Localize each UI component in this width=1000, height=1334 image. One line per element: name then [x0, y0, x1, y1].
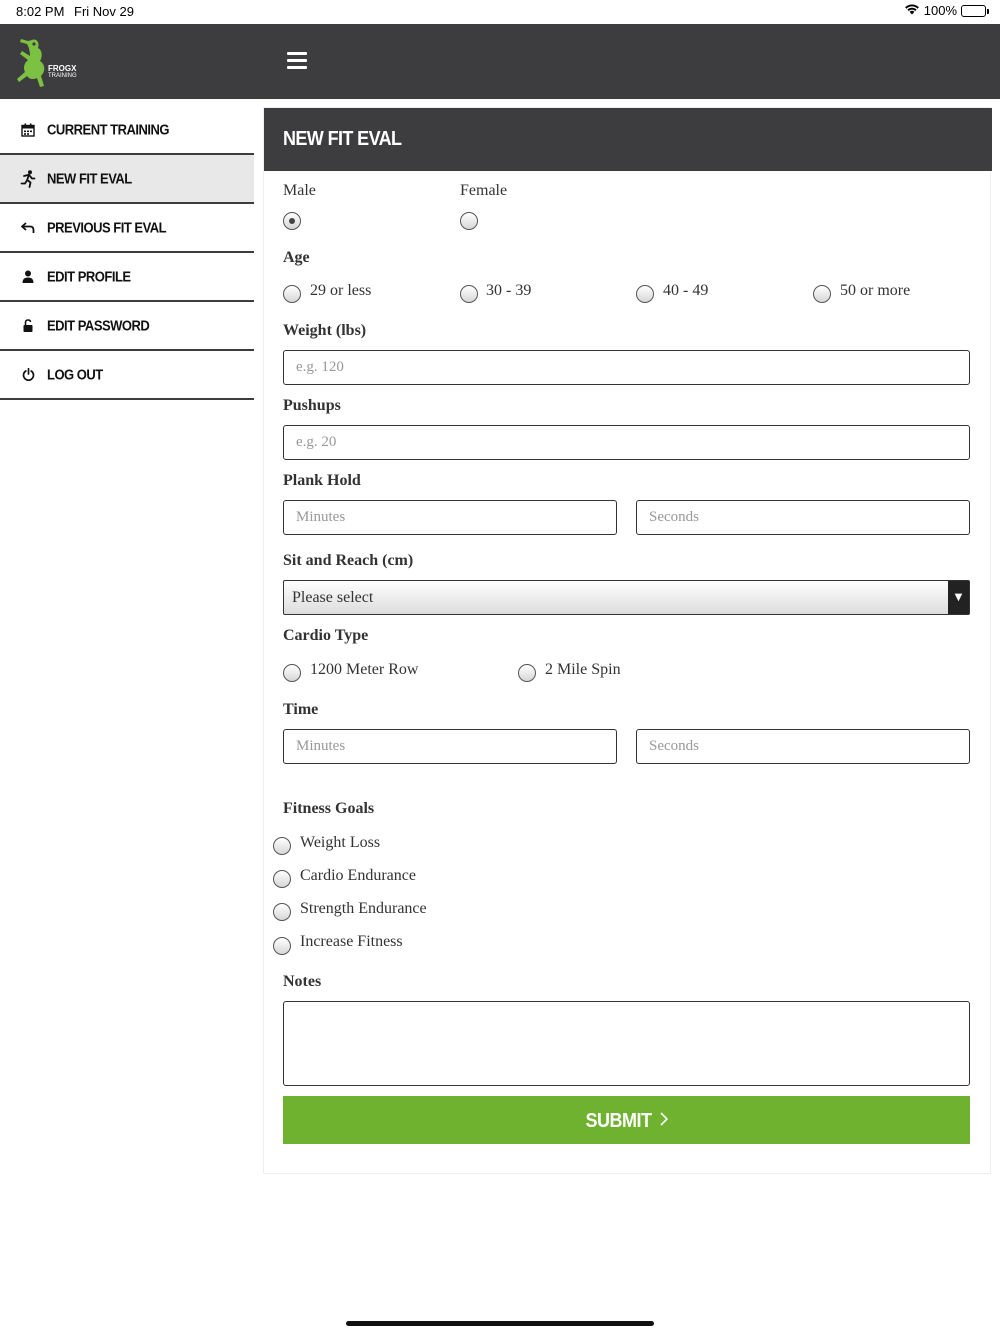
cardio-radio-spin[interactable]	[518, 664, 536, 682]
cardio-option-label: 2 Mile Spin	[545, 661, 621, 678]
plank-hold-label: Plank Hold	[283, 472, 361, 489]
age-option-label: 40 - 49	[663, 282, 709, 299]
age-option-label: 29 or less	[310, 282, 372, 299]
sidebar-item-new-fit-eval[interactable]: NEW FIT EVAL	[0, 155, 254, 204]
pushups-input[interactable]	[283, 425, 970, 460]
time-seconds-input[interactable]	[636, 729, 970, 764]
gender-male-radio[interactable]	[283, 212, 301, 230]
sidebar-item-edit-password[interactable]: EDIT PASSWORD	[0, 302, 254, 351]
sidebar-item-label: LOG OUT	[47, 365, 103, 384]
logo-subtext: TRAINING	[48, 73, 77, 79]
sidebar-item-label: PREVIOUS FIT EVAL	[47, 218, 167, 237]
sit-reach-select[interactable]: Please select ▼	[283, 580, 970, 615]
age-option-label: 50 or more	[840, 282, 911, 299]
status-bar: 8:02 PM Fri Nov 29 100%	[0, 0, 1000, 24]
power-icon	[19, 366, 37, 384]
cardio-radio-row[interactable]	[283, 664, 301, 682]
sidebar-item-log-out[interactable]: LOG OUT	[0, 351, 254, 400]
frog-logo-icon	[17, 39, 45, 87]
goal-option-label: Increase Fitness	[300, 933, 403, 950]
goal-radio-strength-endurance[interactable]	[273, 903, 291, 921]
calendar-icon	[19, 121, 37, 139]
lock-icon	[19, 317, 37, 335]
cardio-type-label: Cardio Type	[283, 627, 369, 644]
sidebar-nav: CURRENT TRAINING NEW FIT EVAL PREVIOUS F…	[0, 106, 254, 400]
age-radio-40-49[interactable]	[636, 285, 654, 303]
sidebar-item-label: EDIT PASSWORD	[47, 316, 150, 335]
pushups-label: Pushups	[283, 397, 341, 414]
sit-reach-label: Sit and Reach (cm)	[283, 552, 414, 569]
weight-label: Weight (lbs)	[283, 322, 367, 339]
chevron-right-icon	[659, 1110, 668, 1131]
sidebar-item-label: NEW FIT EVAL	[47, 169, 132, 188]
age-radio-29-or-less[interactable]	[283, 285, 301, 303]
sidebar-item-label: EDIT PROFILE	[47, 267, 131, 286]
weight-input[interactable]	[283, 350, 970, 385]
user-icon	[19, 268, 37, 286]
age-option-label: 30 - 39	[486, 282, 532, 299]
plank-seconds-input[interactable]	[636, 500, 970, 535]
notes-label: Notes	[283, 973, 322, 990]
sidebar-item-previous-fit-eval[interactable]: PREVIOUS FIT EVAL	[0, 204, 254, 253]
submit-label: SUBMIT	[585, 1107, 653, 1131]
status-right: 100%	[904, 3, 989, 18]
notes-textarea[interactable]	[283, 1001, 970, 1086]
battery-percent: 100%	[923, 3, 957, 18]
sidebar-item-edit-profile[interactable]: EDIT PROFILE	[0, 253, 254, 302]
panel-header: NEW FIT EVAL	[264, 108, 992, 171]
plank-minutes-input[interactable]	[283, 500, 617, 535]
running-icon	[19, 169, 37, 188]
time-minutes-input[interactable]	[283, 729, 617, 764]
goal-option-label: Strength Endurance	[300, 900, 427, 917]
status-time: 8:02 PM	[16, 4, 65, 19]
gender-female-radio[interactable]	[460, 212, 478, 230]
goal-option-label: Weight Loss	[300, 834, 381, 851]
gender-male-label: Male	[283, 182, 316, 199]
goal-radio-increase-fitness[interactable]	[273, 937, 291, 955]
page-title: NEW FIT EVAL	[283, 126, 402, 150]
age-radio-30-39[interactable]	[460, 285, 478, 303]
frogx-logo[interactable]: FROGX TRAINING	[10, 34, 77, 92]
goal-radio-cardio-endurance[interactable]	[273, 870, 291, 888]
back-arrow-icon	[19, 219, 37, 237]
cardio-option-label: 1200 Meter Row	[310, 661, 419, 678]
gender-female-label: Female	[460, 182, 508, 199]
goal-option-label: Cardio Endurance	[300, 867, 416, 884]
sidebar-item-label: CURRENT TRAINING	[47, 120, 170, 139]
time-label: Time	[283, 701, 319, 718]
home-indicator[interactable]	[346, 1321, 654, 1326]
sit-reach-selected: Please select	[292, 589, 374, 606]
age-label: Age	[283, 249, 310, 266]
fitness-goals-label: Fitness Goals	[283, 800, 375, 817]
top-bar: FROGX TRAINING	[0, 24, 1000, 99]
wifi-icon	[904, 3, 920, 18]
age-radio-50-or-more[interactable]	[813, 285, 831, 303]
status-date: Fri Nov 29	[74, 4, 134, 19]
logo-text: FROGX	[48, 64, 77, 73]
battery-icon	[961, 4, 989, 17]
dropdown-arrow-icon: ▼	[948, 581, 969, 614]
hamburger-icon[interactable]	[287, 52, 307, 70]
goal-radio-weight-loss[interactable]	[273, 837, 291, 855]
submit-button[interactable]: SUBMIT	[283, 1096, 970, 1144]
sidebar-item-current-training[interactable]: CURRENT TRAINING	[0, 106, 254, 155]
